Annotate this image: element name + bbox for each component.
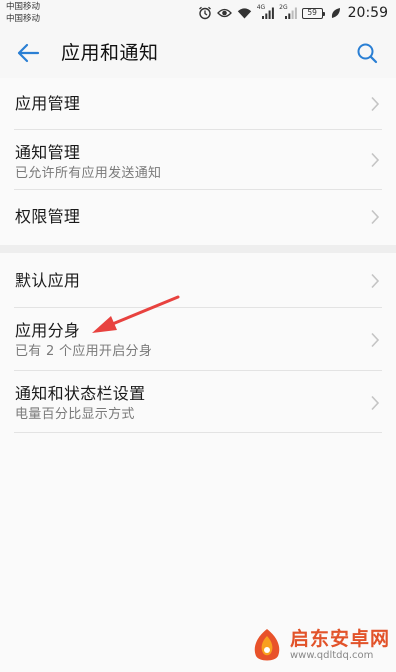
network-type-1: 4G bbox=[256, 4, 266, 11]
status-bar: 中国移动 中国移动 4G 2G 59 20:59 bbox=[0, 0, 396, 28]
search-icon bbox=[357, 43, 378, 64]
back-arrow-icon bbox=[17, 43, 40, 63]
signal-1-icon: 4G bbox=[256, 4, 275, 19]
watermark: 启东安卓网 www.qdltdq.com bbox=[248, 626, 390, 664]
list-item-subtitle: 电量百分比显示方式 bbox=[15, 407, 135, 422]
chevron-right-icon bbox=[371, 332, 380, 348]
back-button[interactable] bbox=[12, 38, 44, 68]
watermark-name: 启东安卓网 bbox=[289, 628, 390, 650]
title-bar: 应用和通知 bbox=[0, 28, 396, 78]
list-item-title: 应用管理 bbox=[15, 94, 81, 113]
alarm-icon bbox=[198, 6, 212, 20]
list-item-notification-management[interactable]: 通知管理 已允许所有应用发送通知 bbox=[0, 130, 396, 190]
settings-section-1: 应用管理 通知管理 已允许所有应用发送通知 权限管理 bbox=[0, 78, 396, 245]
list-item-app-twin[interactable]: 应用分身 已有 2 个应用开启分身 bbox=[0, 308, 396, 371]
page-title: 应用和通知 bbox=[61, 42, 159, 64]
carrier-labels: 中国移动 中国移动 bbox=[6, 1, 40, 25]
list-item-default-apps[interactable]: 默认应用 bbox=[0, 253, 396, 308]
list-item-title: 应用分身 bbox=[15, 321, 81, 340]
list-item-subtitle: 已允许所有应用发送通知 bbox=[15, 166, 162, 181]
list-item-app-management[interactable]: 应用管理 bbox=[0, 78, 396, 130]
search-button[interactable] bbox=[352, 38, 382, 68]
section-gap bbox=[0, 245, 396, 253]
battery-indicator: 59 bbox=[301, 7, 326, 19]
chevron-right-icon bbox=[371, 152, 380, 168]
list-item-subtitle: 已有 2 个应用开启分身 bbox=[15, 344, 153, 359]
watermark-logo-icon bbox=[254, 629, 280, 661]
list-item-title: 权限管理 bbox=[15, 207, 81, 226]
divider bbox=[14, 432, 382, 433]
clock: 20:59 bbox=[347, 5, 388, 21]
list-item-title: 通知管理 bbox=[15, 143, 81, 162]
carrier-1: 中国移动 bbox=[6, 2, 41, 12]
leaf-icon bbox=[331, 7, 341, 19]
wifi-icon bbox=[237, 7, 252, 19]
status-icons: 4G 2G 59 20:59 bbox=[198, 4, 388, 22]
watermark-url: www.qdltdq.com bbox=[289, 650, 374, 661]
carrier-2: 中国移动 bbox=[6, 14, 41, 24]
chevron-right-icon bbox=[371, 273, 380, 289]
chevron-right-icon bbox=[371, 395, 380, 411]
network-type-2: 2G bbox=[279, 4, 288, 11]
list-item-title: 通知和状态栏设置 bbox=[15, 384, 146, 403]
eye-comfort-icon bbox=[216, 7, 232, 19]
signal-2-icon: 2G bbox=[279, 4, 297, 19]
settings-section-2: 默认应用 应用分身 已有 2 个应用开启分身 通知和状态栏设置 电量百分比显示方… bbox=[0, 253, 396, 433]
chevron-right-icon bbox=[371, 96, 380, 112]
list-item-notification-statusbar-settings[interactable]: 通知和状态栏设置 电量百分比显示方式 bbox=[0, 371, 396, 433]
chevron-right-icon bbox=[371, 209, 380, 225]
list-item-permission-management[interactable]: 权限管理 bbox=[0, 190, 396, 245]
list-item-title: 默认应用 bbox=[15, 271, 81, 290]
